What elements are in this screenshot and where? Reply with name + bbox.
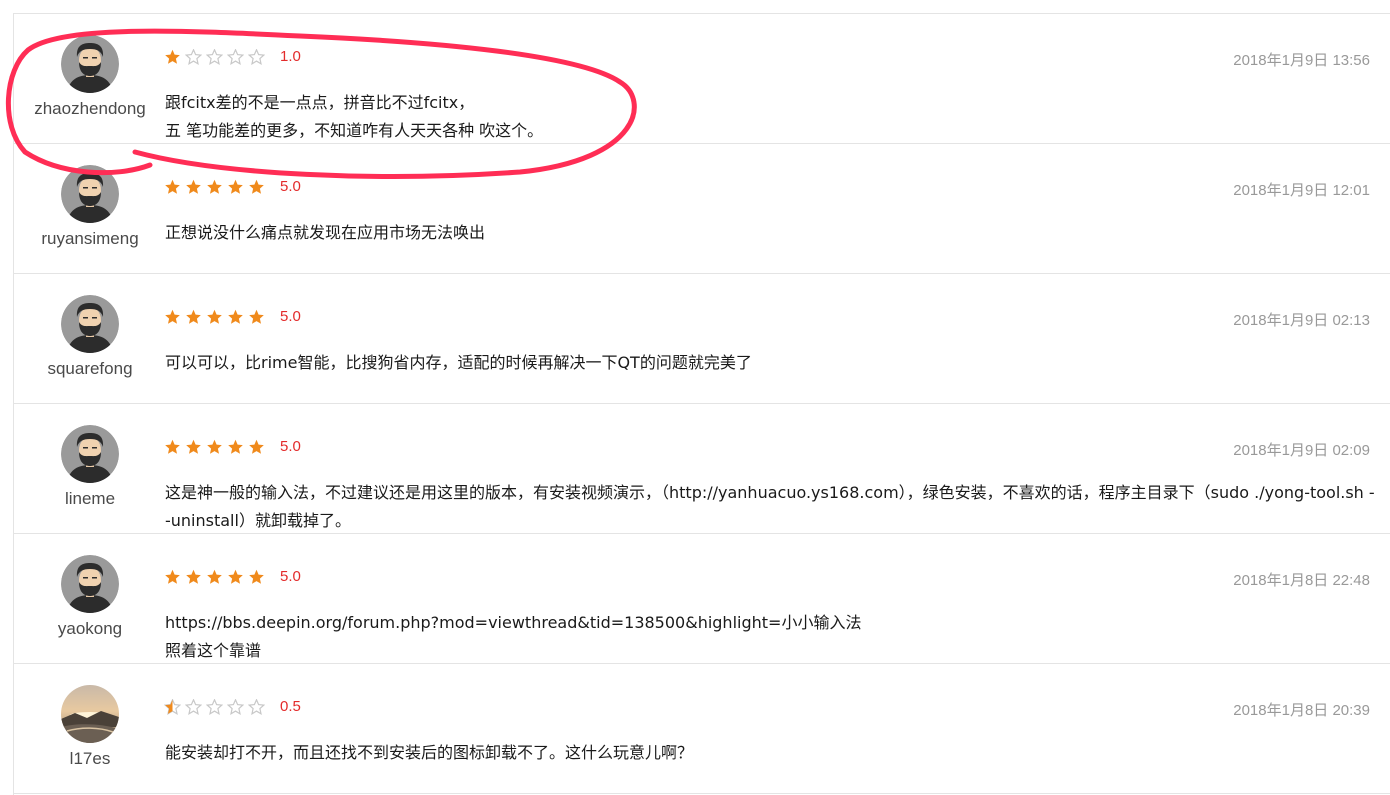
review-item: zhaozhendong 1.0 2018年1月9日 13:56 跟fcitx差的不是… bbox=[14, 14, 1390, 144]
comment-line: 这是神一般的输入法，不过建议还是用这里的版本，有安装视频演示，（http://y… bbox=[165, 483, 1375, 530]
star-rating bbox=[164, 309, 265, 325]
review-list: zhaozhendong 1.0 2018年1月9日 13:56 跟fcitx差的不是… bbox=[13, 13, 1390, 795]
star-filled-icon bbox=[228, 179, 243, 194]
rating-score: 5.0 bbox=[280, 568, 301, 585]
star-empty-icon bbox=[248, 49, 265, 65]
star-filled-icon bbox=[186, 309, 201, 324]
review-item: squarefong 5.0 2018年1月9日 02:13 可以可以，比rime智能… bbox=[14, 274, 1390, 404]
review-date: 2018年1月9日 12:01 bbox=[1233, 182, 1370, 199]
bearded-man-avatar-icon[interactable] bbox=[61, 555, 119, 613]
bearded-man-avatar-icon[interactable] bbox=[61, 35, 119, 93]
bearded-man-avatar-icon[interactable] bbox=[61, 425, 119, 483]
star-filled-icon bbox=[249, 309, 264, 324]
review-comment: 这是神一般的输入法，不过建议还是用这里的版本，有安装视频演示，（http://y… bbox=[165, 479, 1375, 535]
star-empty-icon bbox=[248, 699, 265, 715]
reviewer-name[interactable]: yaokong bbox=[14, 619, 166, 639]
review-date: 2018年1月9日 02:09 bbox=[1233, 442, 1370, 459]
star-rating bbox=[164, 179, 265, 195]
reviewer-name[interactable]: zhaozhendong bbox=[14, 99, 166, 119]
comment-line: 跟fcitx差的不是一点点，拼音比不过fcitx， bbox=[165, 93, 475, 112]
star-filled-icon bbox=[228, 439, 243, 454]
star-half-icon bbox=[164, 699, 181, 715]
star-filled-icon bbox=[186, 439, 201, 454]
star-filled-icon bbox=[165, 179, 180, 194]
star-empty-icon bbox=[206, 49, 223, 65]
review-date: 2018年1月8日 20:39 bbox=[1233, 702, 1370, 719]
review-date: 2018年1月9日 02:13 bbox=[1233, 312, 1370, 329]
star-filled-icon bbox=[165, 439, 180, 454]
star-empty-icon bbox=[227, 699, 244, 715]
rating-score: 5.0 bbox=[280, 308, 301, 325]
star-filled-icon bbox=[165, 49, 180, 64]
reviewer-name[interactable]: l17es bbox=[14, 749, 166, 769]
review-item: ruyansimeng 5.0 2018年1月9日 12:01 正想说没什么痛点就发现… bbox=[14, 144, 1390, 274]
bearded-man-avatar-icon[interactable] bbox=[61, 295, 119, 353]
rating-score: 1.0 bbox=[280, 48, 301, 65]
star-empty-icon bbox=[185, 49, 202, 65]
comment-line: 能安装却打不开，而且还找不到安装后的图标卸载不了。这什么玩意儿啊？ bbox=[165, 743, 694, 762]
comment-line: 五 笔功能差的更多，不知道咋有人天天各种 吹这个。 bbox=[165, 121, 544, 140]
star-rating bbox=[164, 569, 265, 585]
star-empty-icon bbox=[227, 49, 244, 65]
star-filled-icon bbox=[186, 569, 201, 584]
review-comment: 可以可以，比rime智能，比搜狗省内存，适配的时候再解决一下QT的问题就完美了 bbox=[165, 349, 1375, 377]
review-comment: 跟fcitx差的不是一点点，拼音比不过fcitx， 五 笔功能差的更多，不知道咋有… bbox=[165, 89, 1375, 145]
star-rating bbox=[164, 439, 265, 455]
bearded-man-avatar-icon[interactable] bbox=[61, 165, 119, 223]
star-filled-icon bbox=[249, 179, 264, 194]
star-filled-icon bbox=[249, 569, 264, 584]
comment-line: 可以可以，比rime智能，比搜狗省内存，适配的时候再解决一下QT的问题就完美了 bbox=[165, 353, 752, 372]
star-filled-icon bbox=[207, 569, 222, 584]
star-filled-icon bbox=[186, 179, 201, 194]
star-empty-icon bbox=[185, 699, 202, 715]
star-filled-icon bbox=[207, 179, 222, 194]
reviewer-name[interactable]: lineme bbox=[14, 489, 166, 509]
star-filled-icon bbox=[228, 569, 243, 584]
star-filled-icon bbox=[165, 569, 180, 584]
rating-score: 5.0 bbox=[280, 178, 301, 195]
star-filled-icon bbox=[207, 439, 222, 454]
review-comment: 能安装却打不开，而且还找不到安装后的图标卸载不了。这什么玩意儿啊？ bbox=[165, 739, 1375, 767]
review-date: 2018年1月8日 22:48 bbox=[1233, 572, 1370, 589]
rating-score: 5.0 bbox=[280, 438, 301, 455]
comment-line: 正想说没什么痛点就发现在应用市场无法唤出 bbox=[165, 223, 486, 242]
review-date: 2018年1月9日 13:56 bbox=[1233, 52, 1370, 69]
reviewer-name[interactable]: squarefong bbox=[14, 359, 166, 379]
star-filled-icon bbox=[165, 309, 180, 324]
review-comment: https://bbs.deepin.org/forum.php?mod=vie… bbox=[165, 609, 1375, 665]
review-item: l17es 0.5 2018年1月8日 20:39 能安装却打不开，而且还找不到安装后… bbox=[14, 664, 1390, 794]
review-comment: 正想说没什么痛点就发现在应用市场无法唤出 bbox=[165, 219, 1375, 247]
review-item: yaokong 5.0 2018年1月8日 22:48 https://bbs.dee… bbox=[14, 534, 1390, 664]
landscape-photo-avatar-icon[interactable] bbox=[61, 685, 119, 743]
star-rating bbox=[164, 699, 265, 715]
star-filled-icon bbox=[207, 309, 222, 324]
comment-line: https://bbs.deepin.org/forum.php?mod=vie… bbox=[165, 613, 862, 632]
star-filled-icon bbox=[228, 309, 243, 324]
star-filled-icon bbox=[249, 439, 264, 454]
reviewer-name[interactable]: ruyansimeng bbox=[14, 229, 166, 249]
star-rating bbox=[164, 49, 265, 65]
star-empty-icon bbox=[206, 699, 223, 715]
rating-score: 0.5 bbox=[280, 698, 301, 715]
review-item: lineme 5.0 2018年1月9日 02:09 这是神一般的输入法，不过建议还是… bbox=[14, 404, 1390, 534]
comment-line: 照着这个靠谱 bbox=[165, 641, 262, 660]
